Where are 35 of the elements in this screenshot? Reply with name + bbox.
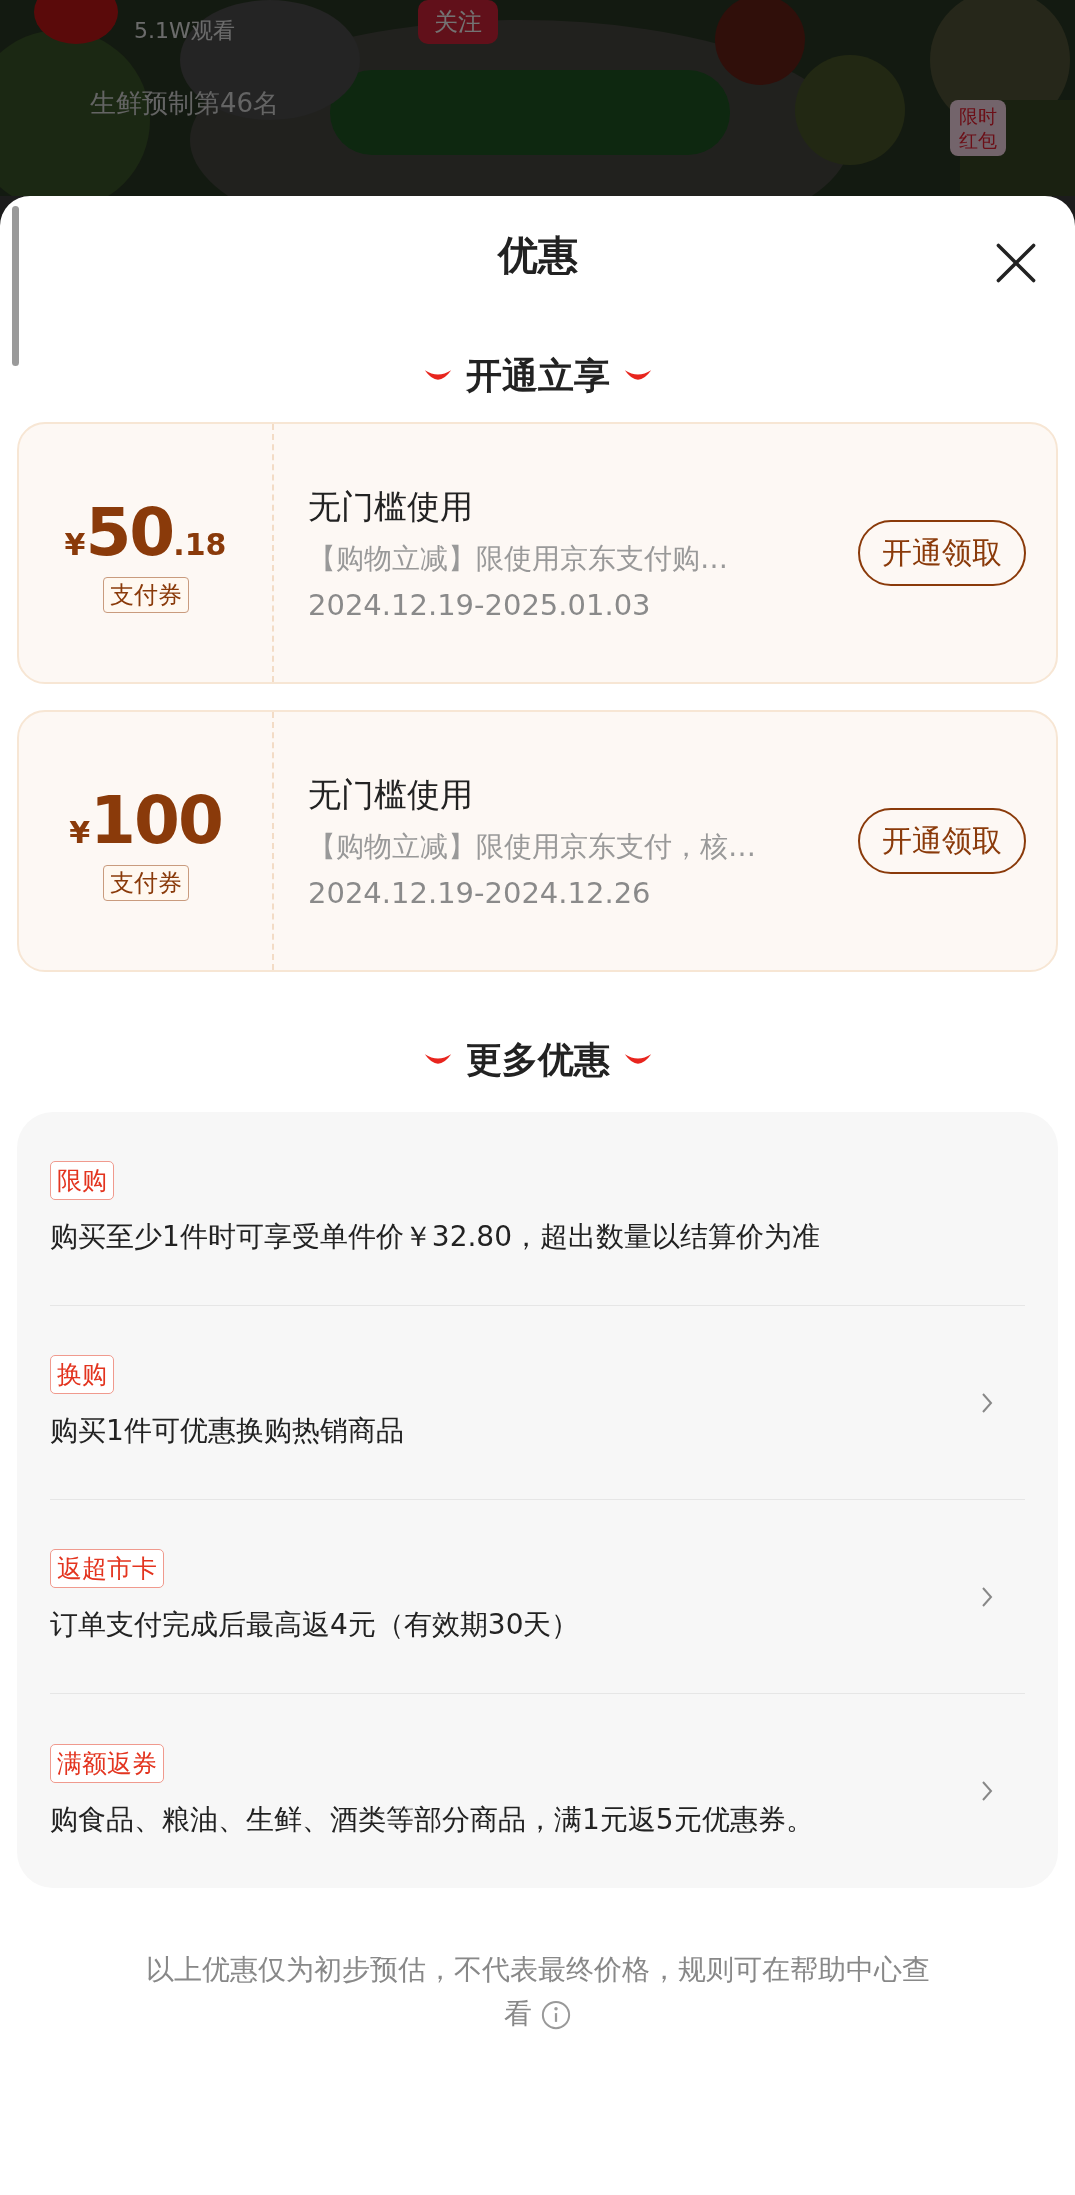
coupon-tag: 支付券 (102, 576, 189, 613)
offer-row[interactable]: 满额返券 购食品、粮油、生鲜、酒类等部分商品，满1元返5元优惠券。 (50, 1694, 1025, 1888)
coupon-name: 无门槛使用 (308, 485, 474, 528)
coupon-dates: 2024.12.19-2025.01.03 (308, 587, 652, 622)
section-title: 开通立享 (465, 353, 610, 398)
claim-button[interactable]: 开通领取 (858, 520, 1026, 586)
close-icon (994, 241, 1038, 285)
offer-text: 订单支付完成后最高返4元（有效期30天） (50, 1607, 580, 1643)
sheet-title: 优惠 (497, 230, 578, 280)
coupon-tag: 支付券 (102, 864, 189, 901)
chevron-icon (981, 1391, 993, 1414)
chevron-icon (981, 1780, 993, 1802)
close-button[interactable] (994, 241, 1038, 285)
coupon-amount: ¥100 (69, 781, 222, 859)
viewer-count: 5.1W观看 (134, 17, 235, 45)
rank-label: 生鲜预制第46名 (90, 87, 280, 120)
offer-tag: 满额返券 (50, 1743, 164, 1783)
offer-tag: 返超市卡 (50, 1549, 164, 1588)
offer-row[interactable]: 换购 购买1件可优惠换购热销商品 (50, 1306, 1025, 1500)
chevron-icon (981, 1585, 993, 1608)
coupon-amount: ¥50.18 (64, 493, 227, 571)
section-title: 更多优惠 (465, 1037, 610, 1082)
offer-text: 购买1件可优惠换购热销商品 (50, 1413, 404, 1449)
coupon-description: 【购物立减】限使用京东支付，核… (308, 828, 757, 865)
info-icon (540, 2000, 571, 2030)
claim-button[interactable]: 开通领取 (858, 808, 1026, 874)
offer-tag: 换购 (50, 1355, 114, 1394)
offer-text: 购买至少1件时可享受单件价￥32.80，超出数量以结算价为准 (50, 1219, 820, 1255)
offer-tag: 限购 (50, 1161, 114, 1200)
offer-text: 购食品、粮油、生鲜、酒类等部分商品，满1元返5元优惠券。 (50, 1801, 814, 1838)
coupon-description: 【购物立减】限使用京东支付购… (308, 540, 729, 577)
coupon-dates: 2024.12.19-2024.12.26 (308, 875, 652, 910)
offer-row[interactable]: 返超市卡 订单支付完成后最高返4元（有效期30天） (50, 1500, 1025, 1694)
coupon-name: 无门槛使用 (308, 773, 474, 816)
disclaimer-text: 以上优惠仅为初步预估，不代表最终价格，规则可在帮助中心查看 (144, 1952, 931, 2032)
